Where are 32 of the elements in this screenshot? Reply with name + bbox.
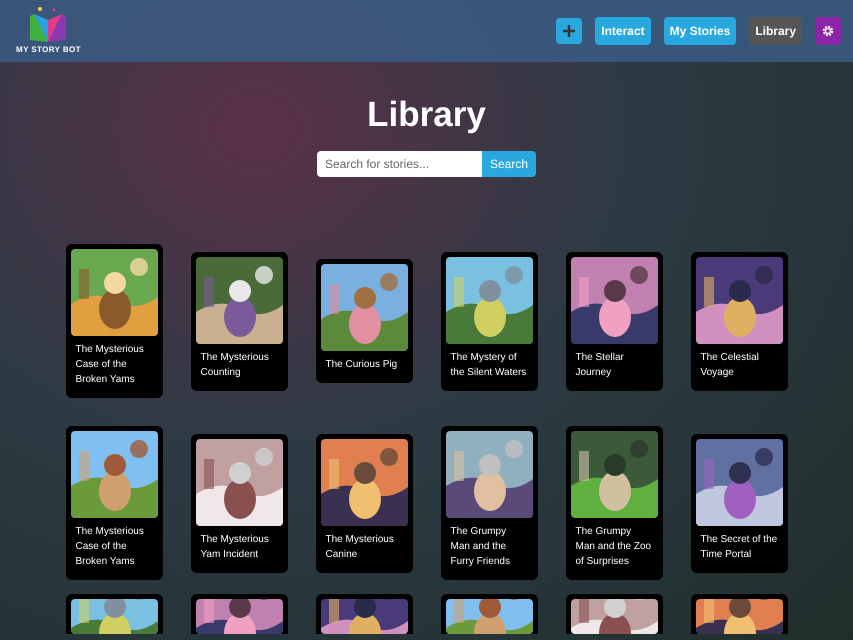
page-title: Library (367, 94, 486, 136)
story-title: The Mysterious Case of the Broken Yams (74, 343, 145, 387)
story-card[interactable]: The Mysterious Canine (316, 434, 412, 572)
settings-button[interactable] (815, 17, 841, 45)
story-title: The Celestial Voyage (700, 350, 760, 380)
story-title: The Mysterious Canine (324, 532, 395, 562)
add-button[interactable] (556, 18, 582, 44)
settings-icon (822, 25, 834, 37)
story-card[interactable]: The Mysterious Case of the Broken Yams (66, 426, 162, 580)
story-title: The Grumpy Man and the Zoo of Surprises (574, 525, 652, 569)
story-card[interactable]: The Mysterious Yam Incident (190, 434, 288, 572)
story-card[interactable]: The Celestial Voyage (690, 252, 788, 390)
story-card[interactable]: The Curious Pig (316, 259, 412, 383)
story-card[interactable]: The Grumpy Man and the Furry Friends (440, 426, 538, 580)
story-title: The Mysterious Counting (200, 350, 270, 380)
story-card[interactable]: The Grumpy Man and the Zoo of Surprises (566, 426, 662, 580)
story-title: The Mystery of the Silent Waters (450, 350, 528, 380)
brand-name: MY STORY BOT (16, 44, 81, 56)
nav-tab[interactable]: Library (749, 17, 802, 45)
story-title: The Curious Pig (324, 358, 398, 372)
story-title: The Stellar Journey (574, 350, 625, 380)
story-title: The Mysterious Case of the Broken Yams (74, 525, 145, 569)
story-title: The Grumpy Man and the Furry Friends (450, 525, 511, 569)
story-title: The Secret of the Time Portal (700, 532, 778, 562)
plus-icon (562, 24, 576, 38)
story-card[interactable]: The Mysterious Case of the Broken Yams (66, 244, 162, 398)
story-card[interactable]: The Stellar Journey (566, 252, 662, 390)
search-field[interactable]: Search for stories... (316, 151, 482, 177)
story-card[interactable]: The Mystery of the Silent Waters (440, 252, 538, 390)
story-title: The Mysterious Yam Incident (200, 532, 270, 562)
story-card[interactable]: The Mysterious Counting (190, 252, 288, 390)
story-card[interactable]: The Secret of the Time Portal (690, 434, 788, 572)
